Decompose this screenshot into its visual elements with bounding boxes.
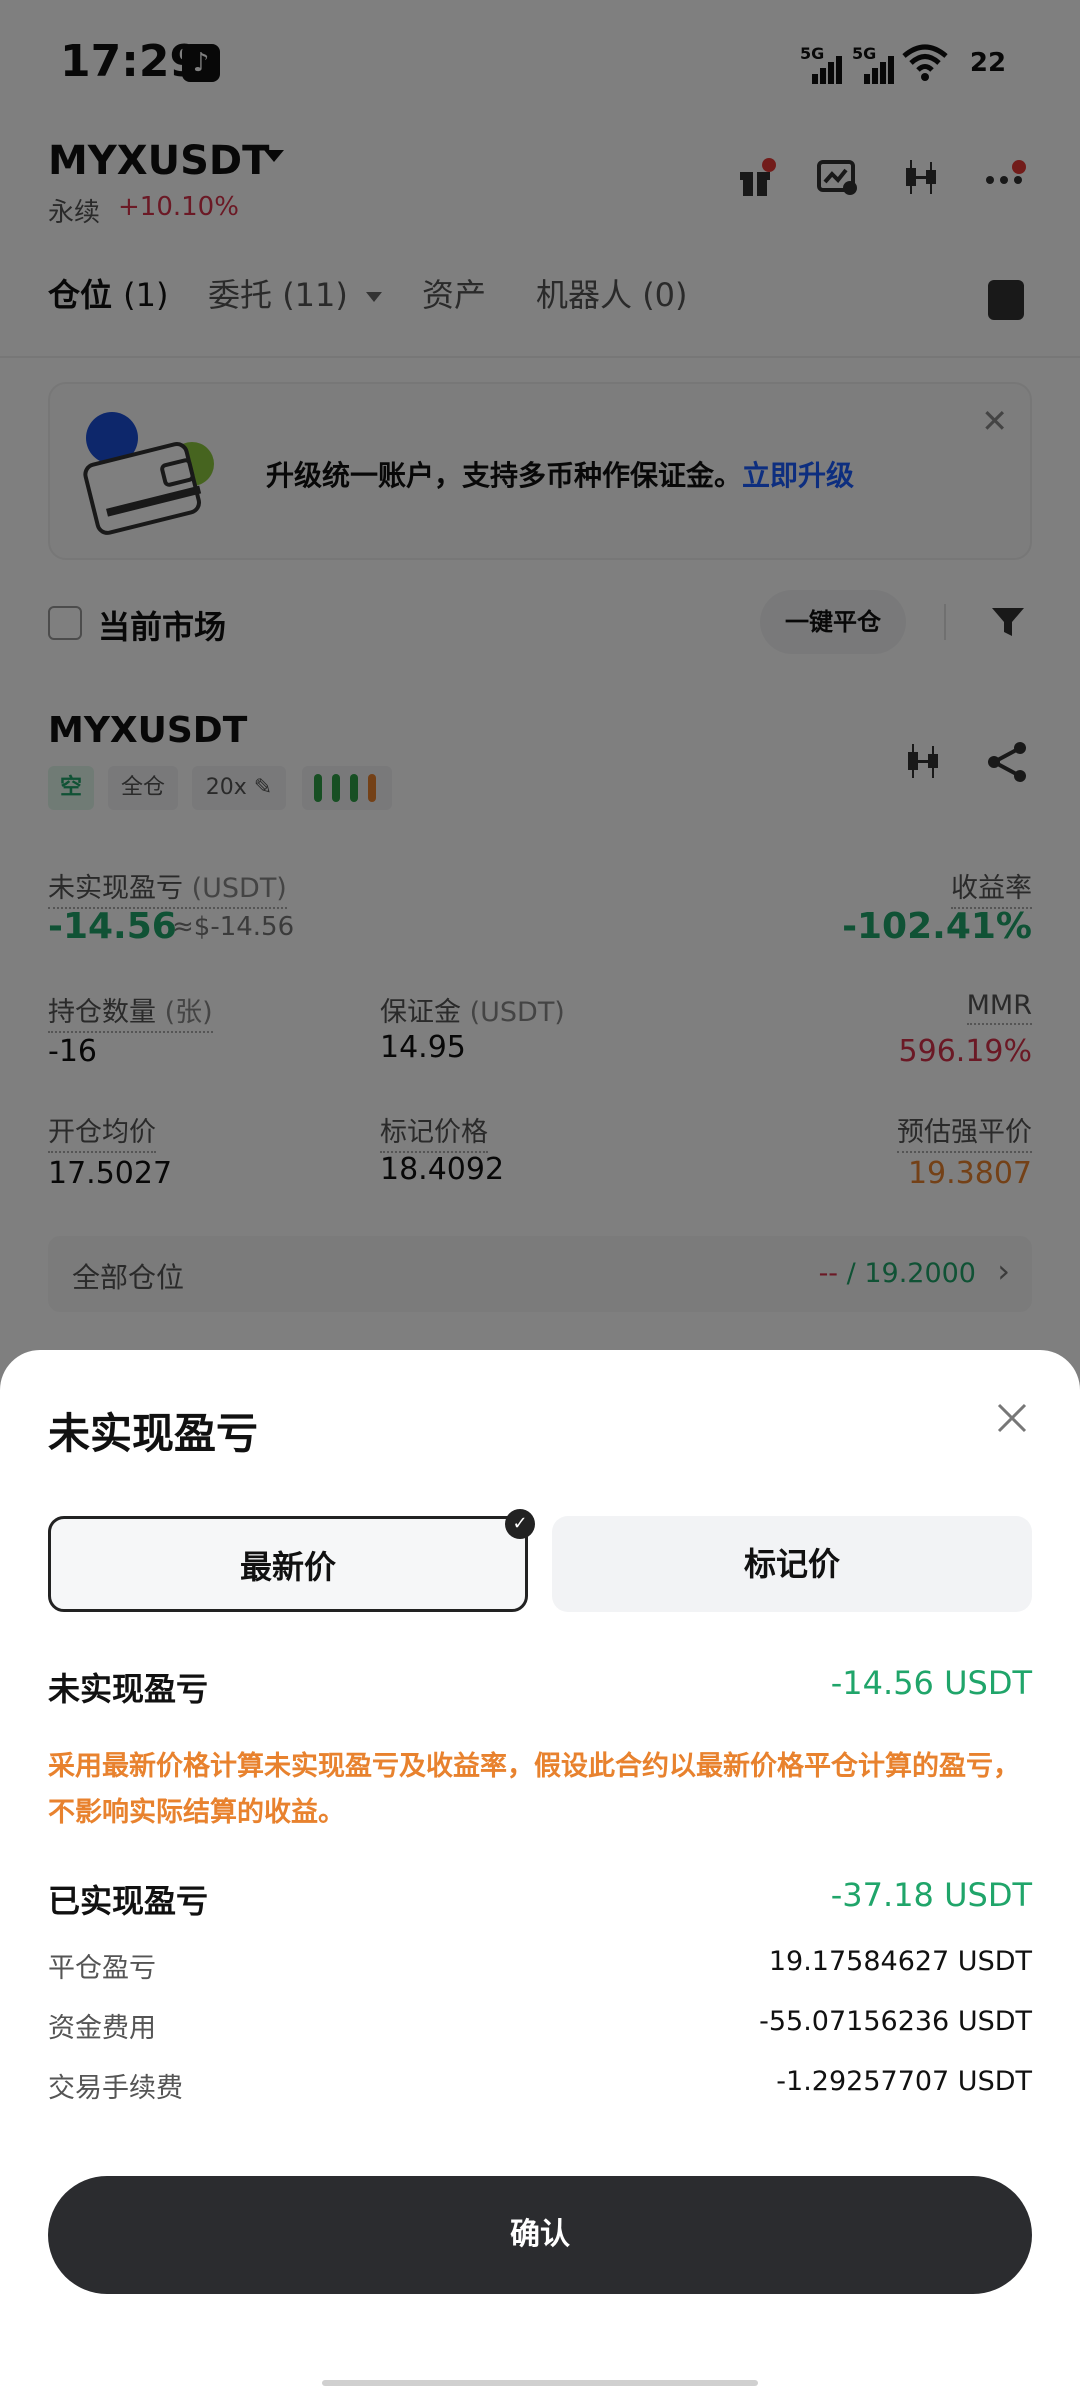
trading-fee-label: 交易手续费 [48, 2073, 183, 2104]
close-pnl-value: 19.17584627 USDT [768, 1946, 1032, 1977]
latest-price-option[interactable]: 最新价 ✓ [48, 1509, 535, 1612]
option-label: 最新价 [239, 1548, 336, 1586]
realized-pnl-total: -37.18 USDT [830, 1876, 1032, 1914]
close-pnl-label: 平仓盈亏 [48, 1953, 156, 1984]
mark-price-option[interactable]: 标记价 [552, 1516, 1032, 1612]
unrealized-pnl-total: -14.56 USDT [830, 1664, 1032, 1702]
funding-fee-label: 资金费用 [48, 2013, 156, 2044]
check-icon: ✓ [505, 1509, 535, 1539]
close-icon[interactable] [996, 1402, 1028, 1434]
sheet-title: 未实现盈亏 [48, 1409, 259, 1458]
trading-fee-value: -1.29257707 USDT [776, 2066, 1032, 2097]
realized-pnl-title: 已实现盈亏 [48, 1882, 209, 1920]
home-indicator[interactable] [322, 2380, 758, 2386]
calculation-note: 采用最新价格计算未实现盈亏及收益率，假设此合约以最新价格平仓计算的盈亏，不影响实… [48, 1751, 1020, 1828]
unrealized-pnl-sheet: 未实现盈亏 最新价 ✓ 标记价 未实现盈亏 -14.56 USDT 采用最新价格… [0, 1350, 1080, 2392]
funding-fee-value: -55.07156236 USDT [759, 2006, 1032, 2037]
unrealized-pnl-title: 未实现盈亏 [48, 1670, 209, 1708]
confirm-button[interactable]: 确认 [48, 2176, 1032, 2294]
